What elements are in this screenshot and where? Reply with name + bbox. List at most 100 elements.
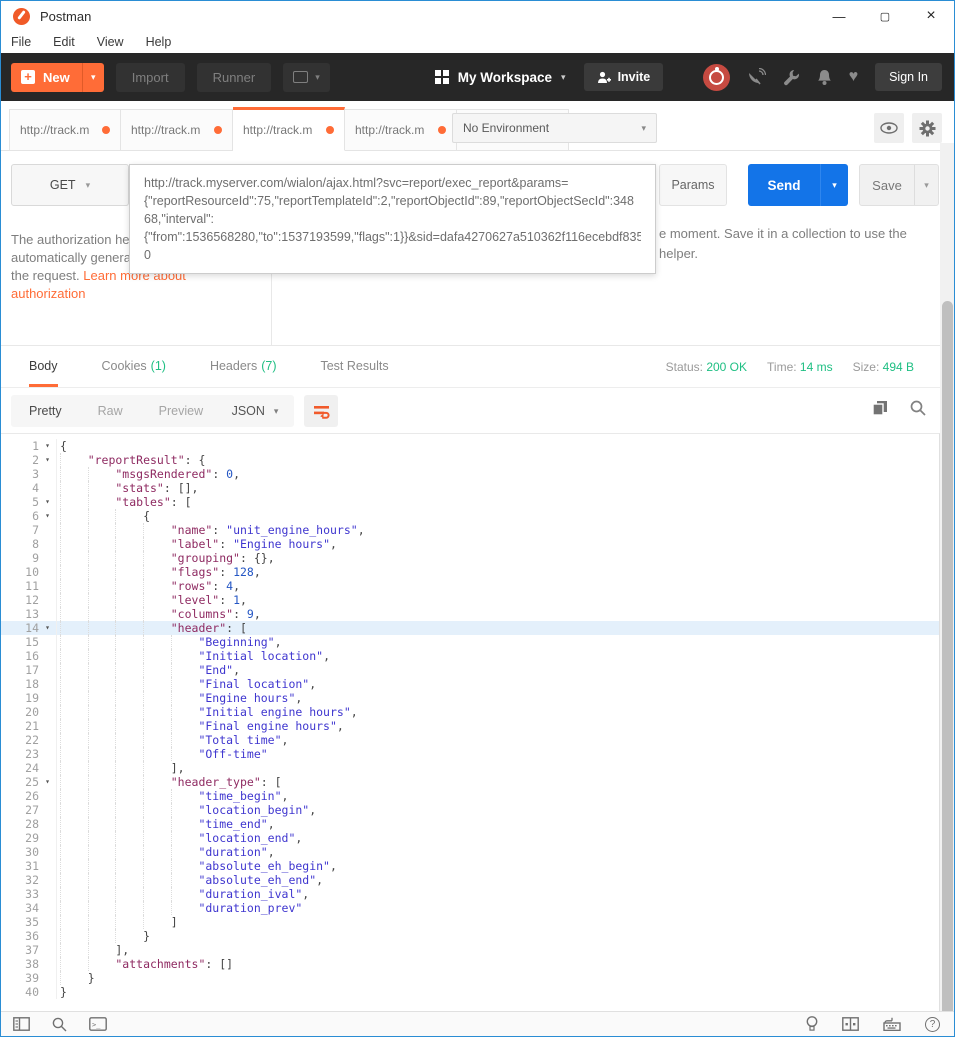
token: : {}, [240, 551, 275, 565]
help-icon[interactable]: ? [925, 1017, 940, 1032]
fold-toggle-icon[interactable]: ▾ [39, 775, 56, 789]
response-tab-test-results[interactable]: Test Results [320, 346, 388, 387]
menu-item-view[interactable]: View [97, 35, 124, 49]
response-tab-headers[interactable]: Headers(7) [210, 346, 277, 387]
fold-toggle-icon[interactable]: ▾ [39, 453, 56, 467]
indent-guide [115, 845, 143, 859]
line-number: 10 [1, 565, 39, 579]
new-button[interactable]: + New ▾ [11, 63, 104, 92]
indent-guide [115, 915, 143, 929]
sidebar-toggle-icon[interactable] [13, 1017, 30, 1031]
token: : [212, 523, 226, 537]
fold-toggle-icon[interactable]: ▾ [39, 439, 56, 453]
menu-item-help[interactable]: Help [146, 35, 172, 49]
indent-guide [143, 593, 171, 607]
learn-more-link[interactable]: authorization [11, 286, 85, 301]
settings-button[interactable] [912, 113, 942, 143]
token: , [316, 873, 323, 887]
send-button[interactable]: Send ▾ [748, 164, 848, 206]
indent-guide [88, 593, 116, 607]
search-icon[interactable] [910, 400, 926, 416]
new-dropdown-caret-icon[interactable]: ▾ [82, 63, 104, 92]
format-selector[interactable]: JSON ▾ [216, 395, 294, 427]
token: "Total time" [198, 733, 281, 747]
footer-bar: >_ ? [1, 1011, 954, 1036]
token: "msgsRendered" [115, 467, 212, 481]
fold-toggle-icon[interactable]: ▾ [39, 621, 56, 635]
sync-status-icon[interactable] [703, 64, 730, 91]
satellite-icon[interactable] [747, 68, 766, 86]
code-line: 13"columns": 9, [1, 607, 939, 621]
keyboard-shortcuts-icon[interactable] [883, 1017, 901, 1031]
line-number: 8 [1, 537, 39, 551]
scrollbar-track[interactable] [940, 143, 954, 1013]
sign-in-button[interactable]: Sign In [875, 63, 942, 91]
scrollbar-thumb[interactable] [942, 301, 953, 1031]
console-icon[interactable]: >_ [89, 1017, 107, 1031]
workspace-selector[interactable]: My Workspace ▾ [435, 70, 566, 85]
token: : [219, 593, 233, 607]
code-text: "header_type": [ [56, 775, 282, 789]
request-tab[interactable]: http://track.m [9, 109, 121, 151]
heart-icon[interactable]: ♥ [849, 68, 859, 86]
response-tab-label: Headers [210, 359, 257, 373]
maximize-button[interactable]: ▢ [862, 1, 908, 31]
indent-guide [115, 523, 143, 537]
request-tab[interactable]: http://track.m [233, 107, 345, 151]
indent-guide [143, 775, 171, 789]
request-tab[interactable]: http://track.m [121, 109, 233, 151]
save-button[interactable]: Save ▾ [859, 164, 939, 206]
runner-button[interactable]: Runner [197, 63, 272, 92]
indent-guide [143, 579, 171, 593]
fold-spacer [39, 705, 56, 719]
save-dropdown-caret-icon[interactable]: ▾ [914, 165, 938, 205]
indent-guide [171, 649, 199, 663]
line-number: 23 [1, 747, 39, 761]
line-number: 1 [1, 439, 39, 453]
response-body-editor[interactable]: 1▾{2▾"reportResult": {3"msgsRendered": 0… [1, 433, 940, 1013]
fold-toggle-icon[interactable]: ▾ [39, 495, 56, 509]
request-tab[interactable]: http://track.m [345, 109, 457, 151]
method-label: GET [50, 178, 76, 192]
invite-button[interactable]: Invite [584, 63, 664, 91]
environment-selector[interactable]: No Environment ▾ [452, 113, 657, 143]
new-window-button[interactable]: ▾ [283, 63, 330, 92]
fold-spacer [39, 733, 56, 747]
copy-icon[interactable] [872, 400, 888, 416]
indent-guide [143, 901, 171, 915]
response-tab-body[interactable]: Body [29, 346, 58, 387]
search-icon[interactable] [52, 1017, 67, 1032]
fold-toggle-icon[interactable]: ▾ [39, 509, 56, 523]
fold-spacer [39, 985, 56, 999]
method-selector[interactable]: GET ▾ [11, 164, 129, 206]
code-line: 7"name": "unit_engine_hours", [1, 523, 939, 537]
wrench-icon[interactable] [783, 69, 800, 86]
indent-guide [88, 649, 116, 663]
view-pretty[interactable]: Pretty [11, 404, 80, 418]
response-tab-cookies[interactable]: Cookies(1) [102, 346, 166, 387]
code-line: 33"duration_ival", [1, 887, 939, 901]
minimize-button[interactable]: — [816, 1, 862, 31]
wrap-text-button[interactable] [304, 395, 338, 427]
code-text: "Off-time" [56, 747, 268, 761]
params-button[interactable]: Params [659, 164, 727, 206]
lightbulb-icon[interactable] [806, 1016, 818, 1032]
menu-item-file[interactable]: File [11, 35, 31, 49]
menu-item-edit[interactable]: Edit [53, 35, 75, 49]
environment-preview-button[interactable] [874, 113, 904, 143]
line-number: 12 [1, 593, 39, 607]
token: : [212, 467, 226, 481]
send-dropdown-caret-icon[interactable]: ▾ [820, 164, 848, 206]
import-button[interactable]: Import [116, 63, 185, 92]
save-label: Save [860, 165, 914, 205]
view-preview[interactable]: Preview [141, 404, 221, 418]
close-button[interactable]: × [908, 1, 954, 31]
indent-guide [115, 747, 143, 761]
line-number: 20 [1, 705, 39, 719]
bell-icon[interactable] [817, 69, 832, 86]
code-text: "time_end", [56, 817, 275, 831]
fold-spacer [39, 537, 56, 551]
view-raw[interactable]: Raw [80, 404, 141, 418]
two-pane-icon[interactable] [842, 1017, 859, 1031]
token: "Initial location" [198, 649, 323, 663]
